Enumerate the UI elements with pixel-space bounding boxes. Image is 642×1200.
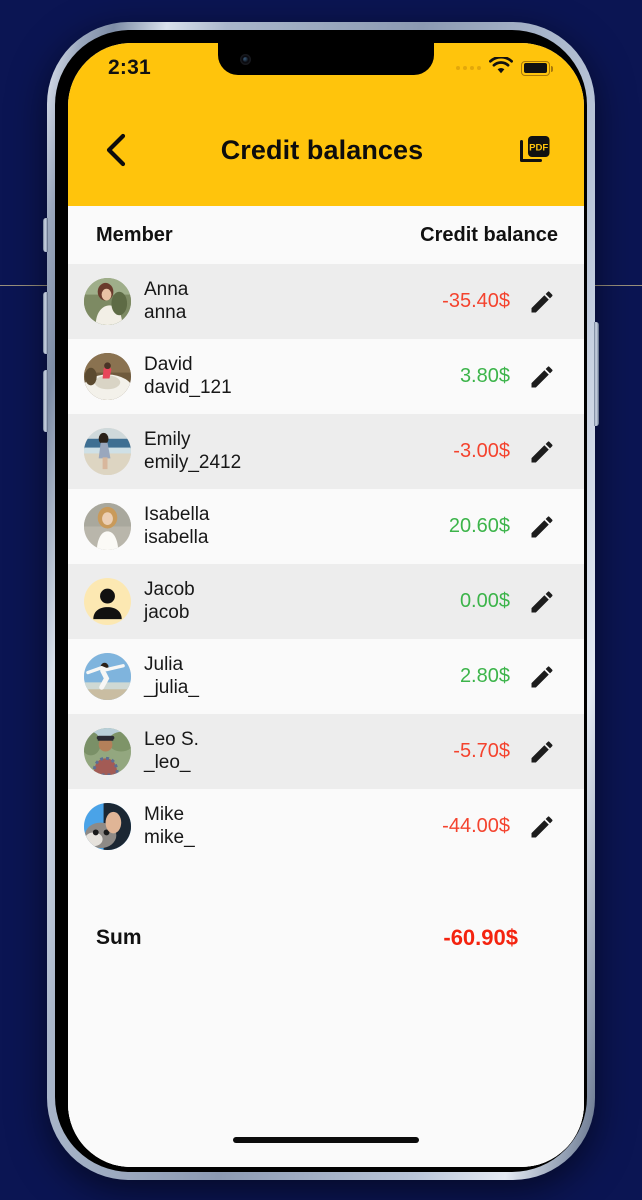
page-title: Credit balances — [220, 134, 424, 165]
status-time: 2:31 — [108, 56, 151, 79]
member-handle: david_121 — [144, 376, 232, 398]
member-info: Isabella isabella — [144, 504, 210, 550]
pencil-edit-icon — [531, 515, 553, 537]
avatar — [84, 803, 131, 850]
table-header: Member Credit balance — [68, 206, 584, 264]
screenshot-root: 2:31 Credit balances PDF Member Credit b… — [0, 0, 642, 1200]
cellular-dots-icon — [456, 66, 481, 70]
edit-balance-button[interactable] — [522, 732, 562, 772]
credit-balance-value: -5.70$ — [453, 740, 510, 762]
pencil-edit-icon — [531, 665, 553, 687]
edit-balance-button[interactable] — [522, 282, 562, 322]
credit-balance-value: 0.00$ — [459, 590, 510, 612]
pdf-export-icon: PDF — [520, 136, 550, 162]
member-name: Anna — [144, 278, 189, 300]
column-header-member: Member — [96, 223, 173, 246]
phone-screen: 2:31 Credit balances PDF Member Credit b… — [68, 43, 584, 1167]
edit-balance-button[interactable] — [522, 507, 562, 547]
table-row[interactable]: Isabella isabella 20.60$ — [68, 489, 584, 564]
svg-text:PDF: PDF — [529, 142, 548, 153]
member-info: Emily emily_2412 — [144, 429, 241, 475]
member-name: Leo S. — [144, 728, 199, 750]
avatar — [84, 653, 131, 700]
avatar — [84, 353, 131, 400]
pencil-edit-icon — [531, 590, 553, 612]
mute-switch[interactable] — [43, 218, 48, 252]
avatar — [84, 728, 131, 775]
pencil-edit-icon — [531, 440, 553, 462]
member-info: Mike mike_ — [144, 804, 195, 850]
edit-balance-button[interactable] — [522, 432, 562, 472]
member-handle: isabella — [144, 526, 209, 548]
member-handle: emily_2412 — [144, 451, 242, 473]
avatar — [84, 278, 131, 325]
avatar — [84, 578, 131, 625]
credit-balance-value: -44.00$ — [442, 815, 510, 837]
member-handle: jacob — [144, 601, 190, 623]
volume-up-button[interactable] — [43, 292, 48, 354]
volume-down-button[interactable] — [43, 370, 48, 432]
member-name: Jacob — [144, 578, 195, 600]
table-row[interactable]: Julia _julia_ 2.80$ — [68, 639, 584, 714]
display-notch — [218, 43, 434, 75]
pencil-edit-icon — [531, 365, 553, 387]
chevron-left-icon — [106, 133, 126, 167]
table-row[interactable]: Anna anna -35.40$ — [68, 264, 584, 339]
main-content: Member Credit balance Anna anna -35.40$ … — [68, 206, 584, 1167]
table-row[interactable]: Mike mike_ -44.00$ — [68, 789, 584, 864]
credit-balance-value: 20.60$ — [448, 515, 510, 537]
member-name: David — [144, 353, 193, 375]
edit-balance-button[interactable] — [522, 357, 562, 397]
table-row[interactable]: Jacob jacob 0.00$ — [68, 564, 584, 639]
column-header-balance: Credit balance — [420, 223, 558, 246]
member-info: Anna anna — [144, 279, 188, 325]
edit-balance-button[interactable] — [522, 657, 562, 697]
navigation-bar: Credit balances PDF — [68, 94, 584, 206]
table-row[interactable]: Leo S. _leo_ -5.70$ — [68, 714, 584, 789]
member-name: Isabella — [144, 503, 210, 525]
member-info: Julia _julia_ — [144, 654, 199, 700]
credit-balance-value: 3.80$ — [459, 365, 510, 387]
sum-value: -60.90$ — [443, 925, 518, 950]
member-name: Mike — [144, 803, 185, 825]
table-row[interactable]: David david_121 3.80$ — [68, 339, 584, 414]
power-button[interactable] — [594, 322, 599, 426]
edit-balance-button[interactable] — [522, 582, 562, 622]
sum-row: Sum -60.90$ — [68, 902, 584, 974]
pencil-edit-icon — [531, 290, 553, 312]
battery-full-icon — [521, 60, 554, 76]
member-handle: mike_ — [144, 826, 195, 848]
member-handle: anna — [144, 301, 187, 323]
pencil-edit-icon — [531, 815, 553, 837]
front-camera-icon — [240, 54, 251, 65]
credit-balance-value: -35.40$ — [442, 290, 510, 312]
member-info: Jacob jacob — [144, 579, 195, 625]
pdf-export-button[interactable]: PDF — [512, 127, 558, 173]
phone-frame: 2:31 Credit balances PDF Member Credit b… — [43, 22, 599, 1180]
member-handle: _leo_ — [144, 751, 191, 773]
edit-balance-button[interactable] — [522, 807, 562, 847]
default-person-icon — [93, 588, 122, 620]
wifi-icon — [489, 55, 513, 79]
sum-label: Sum — [96, 926, 142, 949]
member-name: Julia — [144, 653, 184, 675]
app-header: 2:31 Credit balances PDF — [68, 43, 584, 206]
member-handle: _julia_ — [144, 676, 199, 698]
member-info: David david_121 — [144, 354, 232, 400]
credit-balance-value: 2.80$ — [459, 665, 510, 687]
phone-bezel: 2:31 Credit balances PDF Member Credit b… — [55, 30, 587, 1172]
avatar — [84, 503, 131, 550]
member-list: Anna anna -35.40$ David david_121 3.80$ … — [68, 264, 584, 864]
content-spacer — [68, 974, 584, 1133]
credit-balance-value: -3.00$ — [453, 440, 510, 462]
member-info: Leo S. _leo_ — [144, 729, 199, 775]
pencil-edit-icon — [531, 740, 553, 762]
status-indicators — [456, 55, 554, 79]
home-indicator[interactable] — [68, 1133, 584, 1167]
avatar — [84, 428, 131, 475]
member-name: Emily — [144, 428, 191, 450]
table-row[interactable]: Emily emily_2412 -3.00$ — [68, 414, 584, 489]
